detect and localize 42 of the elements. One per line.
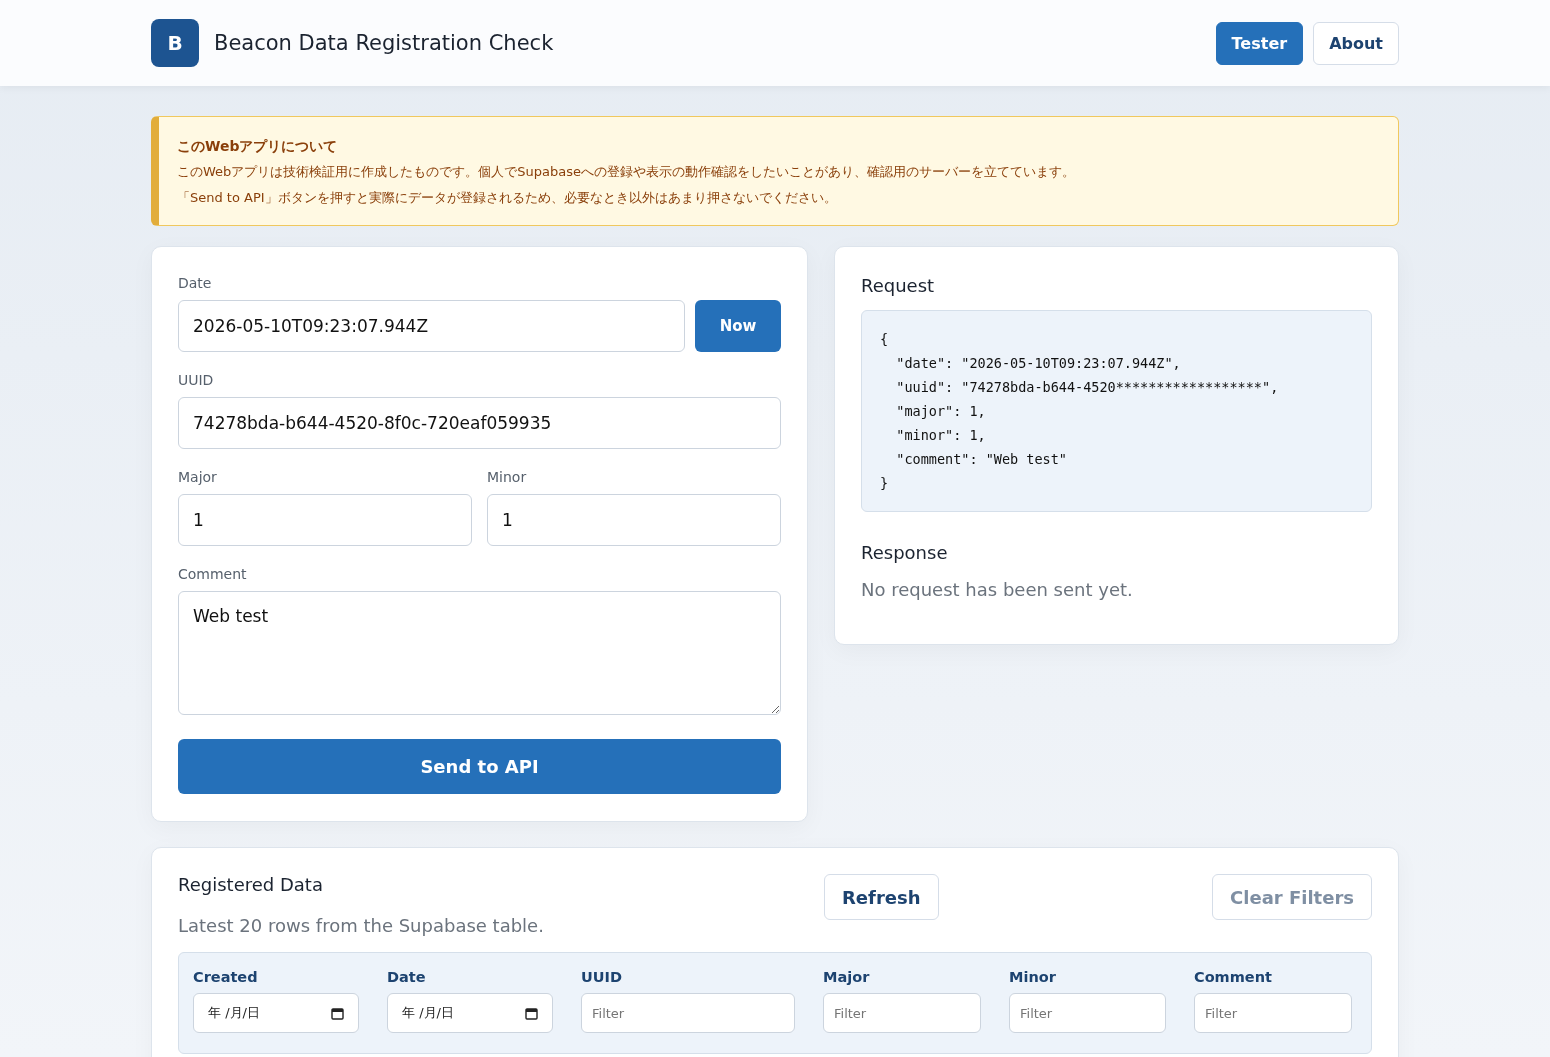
filter-field[interactable]: Filter [581, 993, 795, 1033]
column-label: Created [193, 969, 259, 985]
calendar-icon [525, 1006, 538, 1020]
date-filter-field[interactable]: 年 /月/日 [193, 993, 359, 1033]
filter-field[interactable]: Filter [1194, 993, 1352, 1033]
section-subtitle: Latest 20 rows from the Supabase table. [178, 915, 545, 936]
column-label: Comment [1194, 969, 1273, 985]
column-label: Major [823, 969, 871, 985]
date-field[interactable]: 2026-05-10T09:23:07.944Z [178, 300, 685, 352]
date-placeholder: 年 /月/日 [402, 1004, 454, 1022]
logo-badge: B [151, 19, 199, 67]
field-label: Minor [487, 469, 528, 485]
column-label: Minor [1009, 969, 1057, 985]
nav-tab[interactable]: Tester [1215, 21, 1304, 65]
request-json: { "date": "2026-05-10T09:23:07.944Z", "uuid": "74278bda-b644-4520******************", "major": 1, "minor": 1, "comment": "Web test" } [880, 330, 1280, 493]
section-title: Response [861, 542, 949, 563]
minor-field[interactable]: 1 [487, 494, 781, 546]
notice-title: このWebアプリについて [177, 137, 339, 156]
filter-field[interactable]: Filter [823, 993, 981, 1033]
date-placeholder: 年 /月/日 [208, 1004, 260, 1022]
section-title: Request [861, 275, 936, 296]
date-filter-field[interactable]: 年 /月/日 [387, 993, 553, 1033]
response-message: No request has been sent yet. [861, 579, 1134, 600]
refresh-button[interactable]: Refresh [824, 874, 939, 920]
column-label: Date [387, 969, 427, 985]
filter-field[interactable]: Filter [1009, 993, 1166, 1033]
major-field[interactable]: 1 [178, 494, 472, 546]
notice-text: 「Send to API」ボタンを押すと実際にデータが登録されるため、必要なとき以外はあまり押さないでください。 [177, 189, 838, 207]
field-label: Date [178, 275, 213, 291]
column-label: UUID [581, 969, 623, 985]
comment-field[interactable]: Web test [178, 591, 781, 715]
now-button[interactable]: Now [695, 300, 781, 352]
notice-text: このWebアプリは技術検証用に作成したものです。個人でSupabaseへの登録や表示の動作確認をしたいことがあり、確認用のサーバーを立てています。 [177, 163, 1077, 181]
uuid-field[interactable]: 74278bda-b644-4520-8f0c-720eaf059935 [178, 397, 781, 449]
field-label: Major [178, 469, 218, 485]
app-title: Beacon Data Registration Check [214, 31, 554, 55]
section-title: Registered Data [178, 874, 324, 895]
send-button[interactable]: Send to API [178, 739, 781, 794]
field-label: UUID [178, 372, 215, 388]
nav-tab[interactable]: About [1313, 21, 1399, 65]
calendar-icon [331, 1006, 344, 1020]
field-label: Comment [178, 566, 248, 582]
